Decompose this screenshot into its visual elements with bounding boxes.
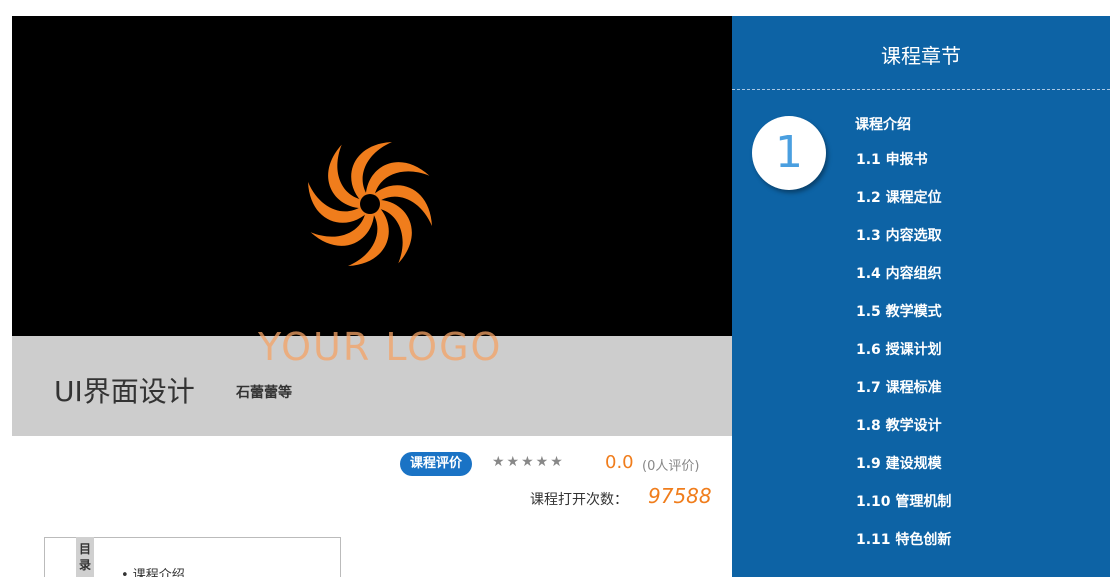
toc-tab[interactable]: 目录 (76, 537, 94, 577)
toc-panel: 目录 • 课程介绍 (44, 537, 341, 577)
chapter-sidebar: 课程章节 1 课程介绍 1.1 申报书 1.2 课程定位 1.3 内容选取 1.… (732, 16, 1110, 577)
sidebar-divider (732, 89, 1110, 90)
lesson-link[interactable]: 1.9 建设规模 (856, 453, 942, 473)
lesson-link[interactable]: 1.3 内容选取 (856, 225, 942, 245)
toc-item[interactable]: • 课程介绍 (121, 564, 185, 577)
lesson-link[interactable]: 1.1 申报书 (856, 149, 928, 169)
lesson-link[interactable]: 1.6 授课计划 (856, 339, 942, 359)
lesson-link[interactable]: 1.4 内容组织 (856, 263, 942, 283)
lesson-link[interactable]: 1.5 教学模式 (856, 301, 942, 321)
lesson-link[interactable]: 1.7 课程标准 (856, 377, 942, 397)
lesson-link[interactable]: 1.11 特色创新 (856, 529, 951, 549)
chapter-number-badge: 1 (752, 116, 826, 190)
lesson-link[interactable]: 1.10 管理机制 (856, 491, 951, 511)
star-rating-icon[interactable]: ★★★★★ (492, 454, 565, 470)
sidebar-title: 课程章节 (881, 44, 961, 68)
open-count-value: 97588 (648, 484, 712, 508)
course-author: 石蕾蕾等 (236, 385, 292, 401)
course-page: YOUR LOGO UI界面设计 石蕾蕾等 课程评价 ★★★★★ 0.0 (0人… (12, 16, 1110, 577)
chapter-name[interactable]: 课程介绍 (855, 114, 911, 134)
open-count-row: 课程打开次数： 97588 (530, 484, 732, 510)
lesson-link[interactable]: 1.2 课程定位 (856, 187, 942, 207)
pinwheel-logo-icon (308, 142, 432, 266)
course-title: UI界面设计 (54, 375, 195, 408)
course-banner (12, 16, 732, 336)
rating-score: 0.0 (605, 452, 634, 473)
rating-button[interactable]: 课程评价 (400, 452, 473, 476)
open-count-label: 课程打开次数： (530, 492, 628, 508)
review-count: (0人评价) (642, 459, 700, 474)
rating-row: 课程评价 ★★★★★ 0.0 (0人评价) (400, 452, 732, 478)
logo-text: YOUR LOGO (258, 325, 503, 369)
lesson-link[interactable]: 1.8 教学设计 (856, 415, 942, 435)
